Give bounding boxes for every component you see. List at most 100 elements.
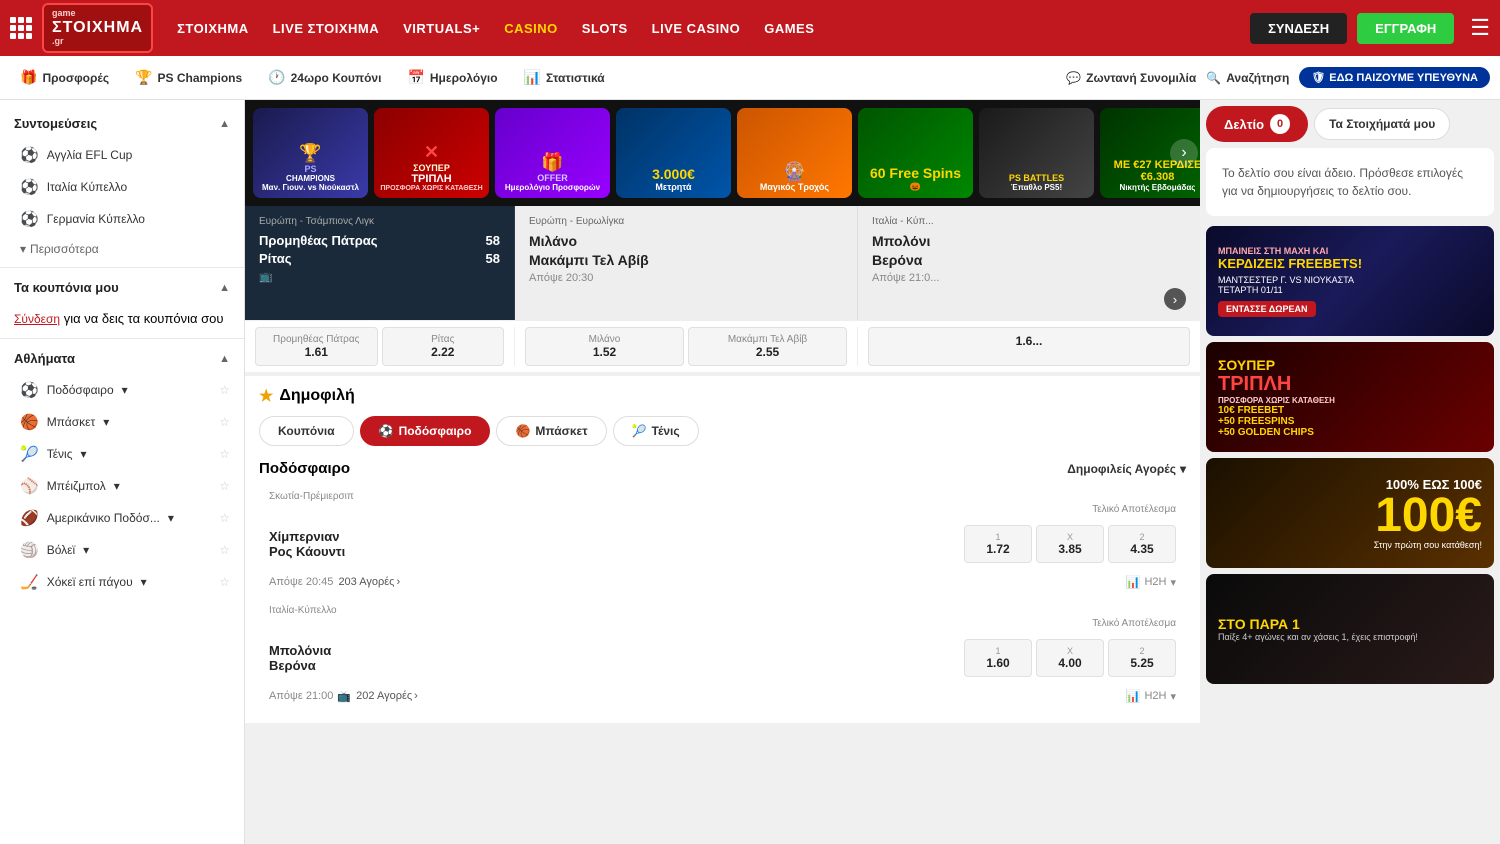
- nav-stoixima[interactable]: ΣΤΟΙΧΗΜΑ: [177, 21, 249, 36]
- nav-games[interactable]: GAMES: [764, 21, 814, 36]
- nav-live-casino[interactable]: LIVE CASINO: [652, 21, 741, 36]
- promo-banner-deposit[interactable]: 100% ΕΩΣ 100€ 100€ Στην πρώτη σου κατάθε…: [1206, 458, 1494, 568]
- divider-2: [0, 338, 244, 339]
- promo-card-magic-wheel[interactable]: 🎡 Μαγικός Τροχός: [737, 108, 852, 198]
- am-football-fav-icon[interactable]: ☆: [219, 511, 230, 525]
- search-button[interactable]: 🔍 Αναζήτηση: [1206, 71, 1289, 85]
- promo-card-ps-champions[interactable]: 🏆 PS CHAMPIONS Μαν. Γιουν. vs Νιούκαστλ: [253, 108, 368, 198]
- tennis-fav-icon[interactable]: ☆: [219, 447, 230, 461]
- football-icon-3: ⚽: [20, 210, 39, 228]
- sidebar-item-italy[interactable]: ⚽ Ιταλία Κύπελλο: [0, 171, 244, 203]
- live-team1: Προμηθέας Πάτρας: [259, 233, 378, 248]
- live-match-card-2[interactable]: Ευρώπη - Ευρωλίγκα Μιλάνο Μακάμπι Τελ Αβ…: [515, 206, 858, 320]
- popular-markets-dropdown[interactable]: Δημοφιλείς Αγορές ▾: [1067, 462, 1186, 476]
- calendar-nav-item[interactable]: 📅 Ημερολόγιο: [397, 65, 507, 90]
- promo-banner-super-triple[interactable]: ΣΟΥΠΕΡ ΤΡΙΠΛΗ ΠΡΟΣΦΟΡΑ ΧΩΡΙΣ ΚΑΤΑΘΕΣΗ 10…: [1206, 342, 1494, 452]
- live-odd-1a-value: 1.61: [260, 345, 373, 359]
- live-match-card-1[interactable]: Ευρώπη - Τσάμπιονς Λιγκ Προμηθέας Πάτρας…: [245, 206, 515, 320]
- sidebar-item-england[interactable]: ⚽ Αγγλία EFL Cup: [0, 139, 244, 171]
- match2-markets[interactable]: 202 Αγορές ›: [351, 690, 418, 702]
- match1-odd-2[interactable]: 2 4.35: [1108, 525, 1176, 563]
- promo-card-super-triple[interactable]: ✕ ΣΟΥΠΕΡ ΤΡΙΠΛΗ ΠΡΟΣΦΟΡΑ ΧΩΡΙΣ ΚΑΤΑΘΕΣΗ: [374, 108, 489, 198]
- my-bets-button[interactable]: Τα Στοιχήματά μου: [1314, 108, 1450, 140]
- nav-virtuals[interactable]: VIRTUALS+: [403, 21, 480, 36]
- promo-card-free-spins[interactable]: 60 Free Spins 🎃: [858, 108, 973, 198]
- live-odd-2b[interactable]: Μακάμπι Τελ Αβίβ 2.55: [688, 327, 847, 366]
- sidebar-item-baseball[interactable]: ⚾ Μπέιζμπολ ▾ ☆: [0, 470, 244, 502]
- betslip-button[interactable]: Δελτίο 0: [1206, 106, 1308, 142]
- live-odds-section-3: 1.6...: [858, 327, 1200, 366]
- promo-card-counter[interactable]: 3.000€ Μετρητά: [616, 108, 731, 198]
- logo-line3: .gr: [52, 37, 143, 47]
- h2h-chart-icon-1: 📊: [1126, 575, 1141, 589]
- tab-basketball[interactable]: 🏀 Μπάσκετ: [496, 416, 606, 446]
- register-button[interactable]: ΕΓΓΡΑΦΗ: [1357, 13, 1454, 44]
- baseball-fav-icon[interactable]: ☆: [219, 479, 230, 493]
- live-odd-2a[interactable]: Μιλάνο 1.52: [525, 327, 684, 366]
- tv-icon: 📺: [259, 270, 500, 283]
- coupons-title: Τα κουπόνια μου: [14, 280, 119, 295]
- grid-menu-icon[interactable]: [10, 17, 32, 39]
- shortcuts-more[interactable]: ▾ Περισσότερα: [0, 235, 244, 263]
- match1-markets[interactable]: 203 Αγορές ›: [333, 576, 400, 588]
- live-odd-1b[interactable]: Ρίτας 2.22: [382, 327, 505, 366]
- promo-banner-ps-champions[interactable]: ΜΠΑΙΝΕΙΣ ΣΤΗ ΜΑΧΗ ΚΑΙ ΚΕΡΔΙΖΕΙΣ FREEBETS…: [1206, 226, 1494, 336]
- tab-coupons[interactable]: Κουπόνια: [259, 416, 354, 446]
- search-label: Αναζήτηση: [1226, 71, 1289, 85]
- sidebar-item-tennis[interactable]: 🎾 Τένις ▾ ☆: [0, 438, 244, 470]
- volleyball-fav-icon[interactable]: ☆: [219, 543, 230, 557]
- sidebar-item-volleyball[interactable]: 🏐 Βόλεϊ ▾ ☆: [0, 534, 244, 566]
- match2-odd-1[interactable]: 1 1.60: [964, 639, 1032, 677]
- football-fav-icon[interactable]: ☆: [219, 383, 230, 397]
- shortcuts-more-label: Περισσότερα: [30, 242, 99, 256]
- coupons-login-link[interactable]: Σύνδεση: [14, 312, 60, 326]
- live-odd-1a[interactable]: Προμηθέας Πάτρας 1.61: [255, 327, 378, 366]
- ps-champions-nav-item[interactable]: 🏆 PS Champions: [125, 65, 252, 90]
- live-next-button[interactable]: ›: [1164, 288, 1186, 310]
- promo-card-battles[interactable]: PS BATTLES Έπαθλο PS5!: [979, 108, 1094, 198]
- popular-title: Δημοφιλή: [279, 387, 354, 405]
- coupons-header[interactable]: Τα κουπόνια μου ▲: [0, 272, 244, 303]
- sidebar-item-american-football[interactable]: 🏈 Αμερικάνικο Ποδόσ... ▾ ☆: [0, 502, 244, 534]
- sports-header[interactable]: Αθλήματα ▲: [0, 343, 244, 374]
- sports-chevron: ▲: [219, 353, 230, 365]
- sidebar-item-germany[interactable]: ⚽ Γερμανία Κύπελλο: [0, 203, 244, 235]
- sidebar-item-football[interactable]: ⚽ Ποδόσφαιρο ▾ ☆: [0, 374, 244, 406]
- match2-h2h[interactable]: 📊 H2H ▾: [1126, 689, 1177, 703]
- live-odds-section-1: Προμηθέας Πάτρας 1.61 Ρίτας 2.22: [245, 327, 515, 366]
- login-button[interactable]: ΣΥΝΔΕΣΗ: [1250, 13, 1347, 44]
- promo-banner-para1[interactable]: ΣΤΟ ΠΑΡΑ 1 Παίξε 4+ αγώνες και αν χάσεις…: [1206, 574, 1494, 684]
- tab-football[interactable]: ⚽ Ποδόσφαιρο: [360, 416, 491, 446]
- live-match-card-3[interactable]: Ιταλία - Κύπ... Μπολόνι Βερόνα Απόψε 21:…: [858, 206, 1200, 320]
- live-odds-row: Προμηθέας Πάτρας 1.61 Ρίτας 2.22 Μιλάνο …: [245, 320, 1200, 372]
- nav-live-stoixima[interactable]: LIVE ΣΤΟΙΧΗΜΑ: [273, 21, 380, 36]
- responsible-gaming-button[interactable]: 🛡 ΕΔΩ ΠΑΙΖΟΥΜΕ ΥΠΕΥΘΥΝΑ: [1299, 67, 1490, 88]
- live-odd-team4-label: Μακάμπι Τελ Αβίβ: [693, 334, 842, 345]
- basketball-fav-icon[interactable]: ☆: [219, 415, 230, 429]
- nav-slots[interactable]: SLOTS: [582, 21, 628, 36]
- prosfores-nav-item[interactable]: 🎁 Προσφορές: [10, 65, 119, 90]
- promo-cards-next-button[interactable]: ›: [1170, 139, 1198, 167]
- live-chat-button[interactable]: 💬 Ζωντανή Συνομιλία: [1066, 71, 1196, 85]
- promo-card-offer[interactable]: 🎁 OFFER Ημερολόγιο Προσφορών: [495, 108, 610, 198]
- shortcuts-header[interactable]: Συντομεύσεις ▲: [0, 108, 244, 139]
- hamburger-icon[interactable]: ☰: [1470, 15, 1490, 41]
- banner1-cta[interactable]: ΕΝΤΑΣΣΕ ΔΩΡΕΑΝ: [1218, 301, 1316, 317]
- sidebar-item-hockey[interactable]: 🏒 Χόκεϊ επί πάγου ▾ ☆: [0, 566, 244, 598]
- coupon-nav-item[interactable]: 🕐 24ωρο Κουπόνι: [258, 65, 391, 90]
- nav-casino[interactable]: CASINO: [504, 21, 558, 36]
- match1-teams: Χίμπερνιαν Ρος Κάουντι: [269, 529, 964, 559]
- match2-odd-2[interactable]: 2 5.25: [1108, 639, 1176, 677]
- sidebar-item-basketball[interactable]: 🏀 Μπάσκετ ▾ ☆: [0, 406, 244, 438]
- tab-tennis[interactable]: 🎾 Τένις: [613, 416, 699, 446]
- hockey-fav-icon[interactable]: ☆: [219, 575, 230, 589]
- logo[interactable]: game ΣΤΟΙΧΗΜΑ .gr: [42, 3, 153, 52]
- tennis-label: Τένις: [47, 447, 73, 461]
- statistics-nav-item[interactable]: 📊 Στατιστικά: [514, 65, 615, 90]
- match1-odd-1[interactable]: 1 1.72: [964, 525, 1032, 563]
- match1-h2h[interactable]: 📊 H2H ▾: [1126, 575, 1177, 589]
- match2-odd-x[interactable]: X 4.00: [1036, 639, 1104, 677]
- volleyball-label: Βόλεϊ: [47, 543, 75, 557]
- match1-odd-x[interactable]: X 3.85: [1036, 525, 1104, 563]
- live-odd-3a[interactable]: 1.6...: [868, 327, 1190, 366]
